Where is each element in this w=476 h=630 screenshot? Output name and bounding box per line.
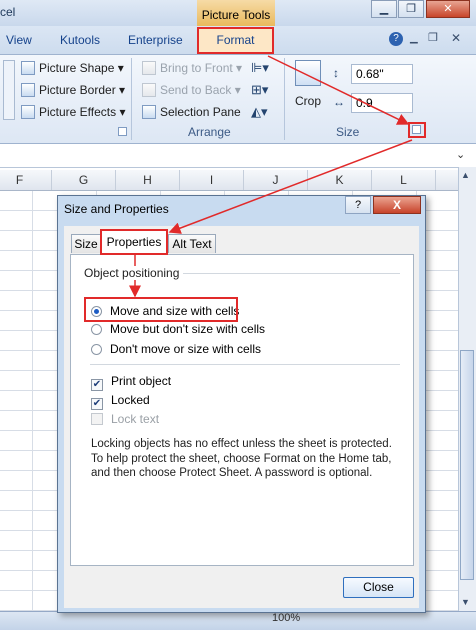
arrow-to-size-launcher	[267, 55, 410, 125]
tab-properties[interactable]: Properties	[100, 229, 168, 255]
object-positioning-label: Object positioning	[84, 266, 184, 280]
arrow-to-properties-tab	[168, 139, 413, 234]
annotation-arrows	[129, 55, 413, 298]
